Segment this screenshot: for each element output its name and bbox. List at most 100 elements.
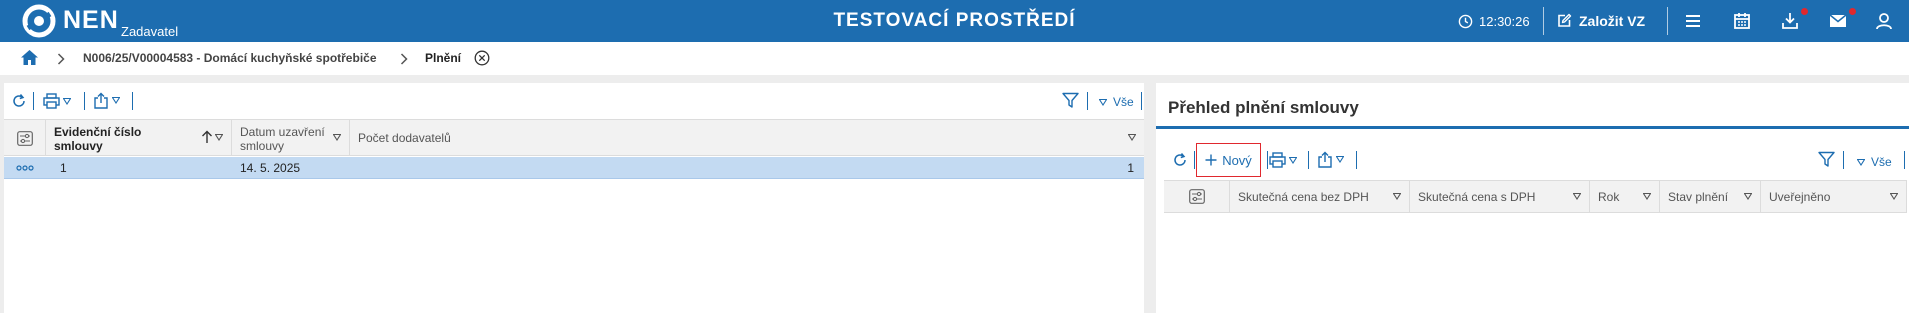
column-header-year[interactable]: Rok [1590,181,1660,212]
nen-logo-icon[interactable] [22,4,56,38]
dropdown-triangle-icon [112,97,120,104]
download-tray-icon[interactable] [1779,10,1801,32]
dropdown-triangle-icon [1099,98,1107,106]
column-header-label: Skutečná cena s DPH [1418,189,1536,204]
app-logo-text: NEN [63,6,119,34]
toolbar-divider [1843,151,1844,169]
column-header-contract-number[interactable]: Evidenční číslo smlouvy [46,120,232,155]
divider [1667,7,1668,35]
filter-all-dropdown[interactable]: Vše [1857,155,1892,169]
menu-icon[interactable] [1682,10,1704,32]
export-menu-button[interactable] [1317,151,1344,168]
clock-icon [1458,14,1473,28]
mail-notification-dot [1849,8,1856,15]
session-clock: 12:30:26 [1458,0,1530,42]
refresh-icon[interactable] [1172,152,1188,168]
column-filter-triangle-icon[interactable] [1573,192,1581,200]
column-filter-triangle-icon[interactable] [215,133,223,141]
column-header-contract-date[interactable]: Datum uzavření smlouvy [232,120,350,155]
home-icon[interactable] [20,49,39,66]
breadcrumb: N006/25/V00004583 - Domácí kuchyňské spo… [0,42,1909,75]
toolbar-divider [1356,151,1357,169]
title-underline [1156,126,1909,129]
cell-contract-number: 1 [60,160,67,175]
grid-header: Evidenční číslo smlouvy Datum uzavření s… [4,119,1144,156]
print-menu-button[interactable] [43,93,71,109]
export-menu-button[interactable] [93,92,120,109]
column-filter-triangle-icon[interactable] [1128,133,1136,141]
breadcrumb-item-tender[interactable]: N006/25/V00004583 - Domácí kuchyňské spo… [83,51,377,65]
column-header-label: Rok [1598,189,1620,204]
dropdown-triangle-icon [1857,158,1865,166]
column-filter-triangle-icon[interactable] [333,133,341,141]
filter-all-dropdown[interactable]: Vše [1099,95,1134,109]
new-record-button[interactable]: Nový [1196,143,1261,177]
column-header-label: Stav plnění [1668,189,1729,204]
filter-all-label: Vše [1113,95,1134,109]
more-dots-icon [16,164,34,171]
column-header-label: Počet dodavatelů [358,130,451,145]
column-header-label: Uveřejněno [1769,189,1831,204]
sort-ascending-icon[interactable] [201,130,213,144]
share-export-icon [1318,151,1332,168]
column-settings-cell[interactable] [4,120,46,155]
table-row[interactable]: 1 14. 5. 2025 1 [4,157,1144,179]
column-header-published[interactable]: Uveřejněno [1761,181,1907,212]
cell-supplier-count: 1 [1127,160,1134,175]
plus-icon [1205,154,1217,166]
new-record-label: Nový [1222,152,1252,168]
user-icon[interactable] [1873,10,1895,32]
divider [1543,7,1544,35]
toolbar-divider [84,92,85,110]
share-export-icon [94,92,108,109]
column-header-price-without-vat[interactable]: Skutečná cena bez DPH [1230,181,1410,212]
dropdown-triangle-icon [1336,156,1344,163]
column-header-fulfilment-status[interactable]: Stav plnění [1660,181,1761,212]
toolbar-divider [33,92,34,110]
grid-header: Skutečná cena bez DPH Skutečná cena s DP… [1164,180,1907,213]
contracts-panel: Vše Evidenční číslo smlouvy Datum uzavře… [4,83,1144,313]
column-filter-triangle-icon[interactable] [1744,192,1752,200]
toolbar-divider [1141,92,1142,110]
mail-icon[interactable] [1827,10,1849,32]
calendar-icon[interactable] [1731,10,1753,32]
toolbar-divider [1308,151,1309,169]
close-circle-icon[interactable] [474,50,490,66]
chevron-right-icon [400,53,408,65]
panel-title: Přehled plnění smlouvy [1168,98,1359,117]
app-role-label: Zadavatel [121,24,179,39]
toolbar-divider [1087,92,1088,110]
column-header-label: Skutečná cena bez DPH [1238,189,1369,204]
edit-icon [1558,13,1572,27]
toolbar-divider [1904,151,1905,169]
filter-funnel-icon[interactable] [1062,92,1079,109]
fulfilment-overview-panel: Přehled plnění smlouvy Nový Vše Skutečná… [1156,83,1909,313]
dropdown-triangle-icon [1289,156,1297,164]
column-header-label: Datum uzavření smlouvy [240,125,325,153]
row-actions-button[interactable] [16,157,34,178]
column-filter-triangle-icon[interactable] [1393,192,1401,200]
top-bar: NEN Zadavatel TESTOVACÍ PROSTŘEDÍ 12:30:… [0,0,1909,42]
column-settings-icon [17,131,33,146]
cell-contract-date: 14. 5. 2025 [240,160,301,175]
print-icon [43,93,60,109]
filter-funnel-icon[interactable] [1818,151,1835,168]
column-header-supplier-count[interactable]: Počet dodavatelů [350,120,1144,155]
column-filter-triangle-icon[interactable] [1890,192,1898,200]
column-filter-triangle-icon[interactable] [1643,192,1651,200]
print-menu-button[interactable] [1269,152,1297,168]
refresh-icon[interactable] [11,93,27,109]
toolbar-divider [1267,151,1268,169]
column-header-label: Evidenční číslo smlouvy [54,125,142,153]
column-settings-icon [1189,189,1205,204]
filter-all-label: Vše [1871,155,1892,169]
chevron-right-icon [57,53,65,65]
column-header-price-with-vat[interactable]: Skutečná cena s DPH [1410,181,1590,212]
dropdown-triangle-icon [63,97,71,105]
toolbar-divider [1194,151,1195,169]
create-tender-label: Založit VZ [1579,13,1646,29]
column-settings-cell[interactable] [1164,181,1230,212]
toolbar-divider [132,92,133,110]
print-icon [1269,152,1286,168]
create-tender-button[interactable]: Založit VZ [1556,0,1645,42]
